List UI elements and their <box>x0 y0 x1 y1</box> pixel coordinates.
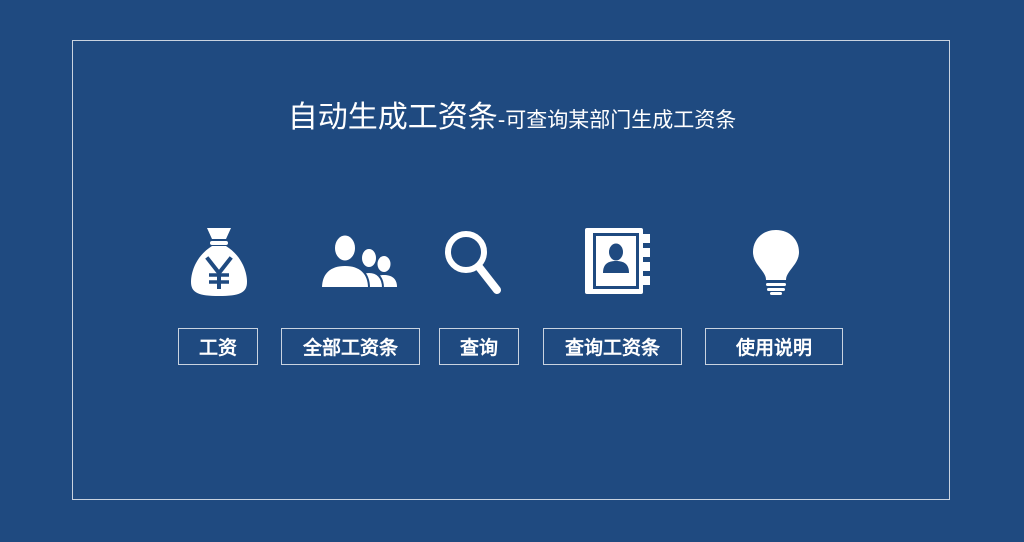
page-title-sub: -可查询某部门生成工资条 <box>497 108 737 132</box>
salary-button[interactable]: 工资 <box>178 328 258 365</box>
query-button[interactable]: 查询 <box>439 328 519 365</box>
search-icon[interactable] <box>443 229 503 295</box>
money-bag-icon[interactable] <box>190 226 248 298</box>
instructions-button[interactable]: 使用说明 <box>705 328 843 365</box>
light-bulb-icon[interactable] <box>751 228 801 296</box>
page-title-main: 自动生成工资条 <box>287 100 498 135</box>
query-payslip-button[interactable]: 查询工资条 <box>543 328 682 365</box>
contact-book-icon[interactable] <box>584 226 652 296</box>
all-payslips-button[interactable]: 全部工资条 <box>281 328 420 365</box>
users-group-icon[interactable] <box>320 233 400 289</box>
page-title: 自动生成工资条-可查询某部门生成工资条 <box>0 92 1024 136</box>
